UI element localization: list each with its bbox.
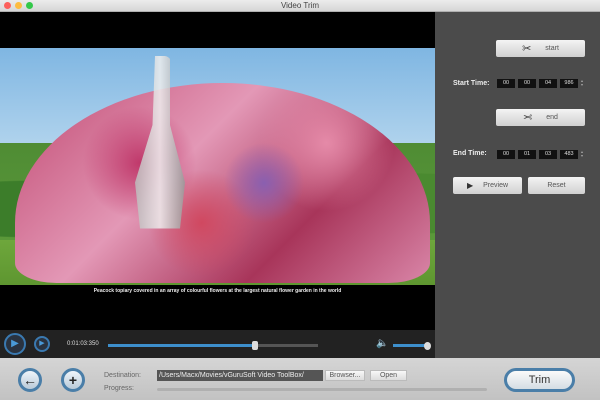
seek-slider[interactable] <box>108 341 318 350</box>
preview-icon: ▶ <box>466 181 474 190</box>
destination-label: Destination: <box>104 372 141 379</box>
video-player[interactable]: Peacock topiary covered in an array of c… <box>0 12 435 330</box>
scissors-icon: ✂ <box>523 112 533 124</box>
preview-button[interactable]: ▶ Preview <box>453 177 522 194</box>
start-time-field[interactable]: 00 00 04 986 ▴ ▾ <box>497 79 584 88</box>
end-time-stepper[interactable]: ▴ ▾ <box>581 150 584 159</box>
plus-icon: + <box>68 372 78 388</box>
start-button[interactable]: ✂ start <box>496 40 585 57</box>
progress-bar <box>157 388 487 391</box>
open-button[interactable]: Open <box>370 370 407 381</box>
reset-button[interactable]: Reset <box>528 177 585 194</box>
window-title: Video Trim <box>280 1 320 10</box>
end-ms[interactable]: 483 <box>560 150 578 159</box>
volume-slider[interactable] <box>393 342 431 350</box>
title-bar: Video Trim <box>0 0 600 12</box>
end-time-field[interactable]: 00 01 03 483 ▴ ▾ <box>497 150 584 159</box>
arrow-left-icon: ← <box>23 372 37 388</box>
scissors-icon: ✂ <box>522 43 532 55</box>
start-time-stepper[interactable]: ▴ ▾ <box>581 79 584 88</box>
player-controls: ▶ ▶ 0:01:03:350 🔈 <box>0 330 435 358</box>
video-frame <box>0 48 435 285</box>
end-button[interactable]: ✂ end <box>496 109 585 126</box>
browser-button[interactable]: Browser... <box>325 370 365 381</box>
step-forward-button[interactable]: ▶ <box>34 336 50 352</box>
minimize-window-button[interactable] <box>15 2 22 9</box>
start-minutes[interactable]: 00 <box>518 79 536 88</box>
zoom-window-button[interactable] <box>26 2 33 9</box>
end-seconds[interactable]: 03 <box>539 150 557 159</box>
start-hours[interactable]: 00 <box>497 79 515 88</box>
back-button[interactable]: ← <box>18 368 42 392</box>
progress-label: Progress: <box>104 385 134 392</box>
destination-field[interactable]: /Users/Macx/Movies/vGuruSoft Video ToolB… <box>157 370 323 381</box>
video-caption: Peacock topiary covered in an array of c… <box>93 288 342 294</box>
trim-button[interactable]: Trim <box>504 368 575 392</box>
volume-icon[interactable]: 🔈 <box>376 338 388 349</box>
add-button[interactable]: + <box>61 368 85 392</box>
current-time: 0:01:03:350 <box>67 341 99 347</box>
end-hours[interactable]: 00 <box>497 150 515 159</box>
end-minutes[interactable]: 01 <box>518 150 536 159</box>
play-button[interactable]: ▶ <box>4 333 26 355</box>
start-seconds[interactable]: 04 <box>539 79 557 88</box>
bottom-bar: ← + Destination: /Users/Macx/Movies/vGur… <box>0 358 600 400</box>
end-time-label: End Time: <box>453 150 487 157</box>
start-time-label: Start Time: <box>453 80 490 87</box>
start-ms[interactable]: 986 <box>560 79 578 88</box>
close-window-button[interactable] <box>4 2 11 9</box>
